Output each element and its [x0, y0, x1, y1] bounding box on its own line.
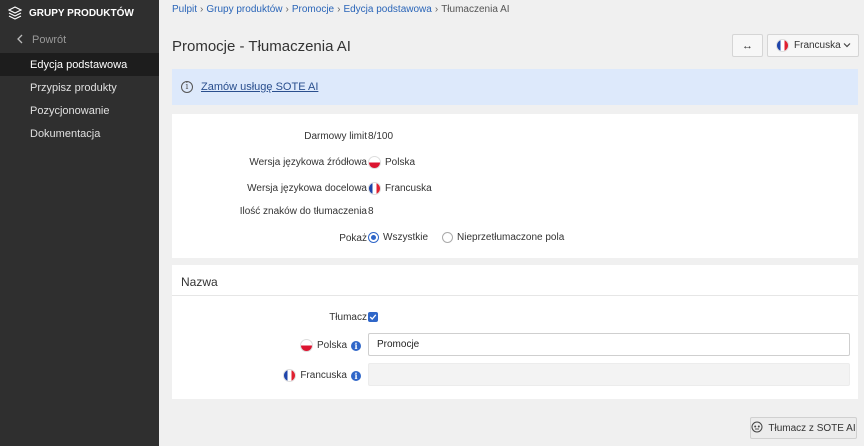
- swap-languages-button[interactable]: ↔: [732, 34, 763, 57]
- show-filter-label: Pokaż: [339, 233, 367, 244]
- breadcrumb-separator: ›: [285, 4, 289, 15]
- sidebar-item-dokumentacja[interactable]: Dokumentacja: [0, 122, 159, 145]
- radio-untranslated[interactable]: [442, 232, 453, 243]
- breadcrumb-separator: ›: [200, 4, 204, 15]
- sidebar-item-przypisz-produkty[interactable]: Przypisz produkty: [0, 76, 159, 99]
- target-language-value: Francuska: [368, 182, 432, 195]
- name-polish-input[interactable]: Promocje: [368, 333, 850, 356]
- chars-count-value: 8: [368, 206, 374, 217]
- language-select-value: Francuska: [794, 40, 841, 51]
- french-label-text: Francuska: [300, 370, 347, 381]
- language-select[interactable]: Francuska: [767, 34, 859, 57]
- divider: [172, 295, 858, 296]
- breadcrumb-separator: ›: [434, 4, 439, 15]
- section-title: Nazwa: [181, 275, 218, 289]
- breadcrumb-link-edycja-podstawowa[interactable]: Edycja podstawowa: [343, 4, 431, 15]
- chars-count-text: 8: [368, 206, 374, 217]
- ai-service-alert: i Zamów usługę SOTE AI: [172, 69, 858, 105]
- translate-with-ai-button[interactable]: Tłumacz z SOTE AI: [750, 417, 857, 439]
- chevron-left-icon: [16, 34, 24, 47]
- source-language-text: Polska: [385, 157, 416, 168]
- breadcrumb-link-grupy-produktow[interactable]: Grupy produktów: [206, 4, 282, 15]
- polish-field-label: Polska i: [299, 339, 361, 352]
- ai-robot-icon: [751, 421, 763, 436]
- polish-label-text: Polska: [316, 340, 347, 351]
- info-icon[interactable]: i: [351, 370, 361, 381]
- sidebar-header: GRUPY PRODUKTÓW: [0, 0, 159, 26]
- page-title: Promocje - Tłumaczenia AI: [172, 38, 351, 55]
- radio-untranslated-label[interactable]: Nieprzetłumaczone pola: [457, 232, 564, 243]
- sidebar-item-label: Dokumentacja: [30, 127, 101, 140]
- main-content: Pulpit › Grupy produktów › Promocje › Edycja p…: [159, 0, 864, 446]
- free-limit-text: 8/100: [368, 131, 394, 142]
- france-flag-icon: [368, 182, 381, 195]
- chevron-down-icon: [842, 40, 852, 50]
- sidebar-item-edycja-podstawowa[interactable]: Edycja podstawowa: [0, 53, 159, 76]
- breadcrumb: Pulpit › Grupy produktów › Promocje › Edycja p…: [172, 4, 510, 15]
- info-icon: i: [181, 81, 193, 93]
- radio-all[interactable]: [368, 232, 379, 243]
- breadcrumb-link-promocje[interactable]: Promocje: [292, 4, 334, 15]
- back-link[interactable]: Powrót: [0, 27, 159, 53]
- breadcrumb-link-pulpit[interactable]: Pulpit: [172, 4, 197, 15]
- poland-flag-icon: [299, 339, 313, 352]
- back-label: Powrót: [32, 34, 67, 46]
- layers-icon: [8, 6, 22, 20]
- france-flag-icon: [283, 369, 297, 382]
- free-limit-value: 8/100: [368, 131, 393, 142]
- sidebar-item-label: Edycja podstawowa: [30, 58, 128, 71]
- free-limit-label: Darmowy limit: [304, 131, 367, 142]
- sidebar-item-pozycjonowanie[interactable]: Pozycjonowanie: [0, 99, 159, 122]
- translate-checkbox[interactable]: [368, 312, 378, 322]
- name-polish-value: Promocje: [377, 339, 420, 350]
- poland-flag-icon: [368, 156, 381, 169]
- sidebar-title: GRUPY PRODUKTÓW: [29, 7, 134, 19]
- order-sote-ai-link[interactable]: Zamów usługę SOTE AI: [201, 81, 318, 93]
- target-language-text: Francuska: [385, 183, 432, 194]
- show-filter-options: Wszystkie Nieprzetłumaczone pola: [368, 232, 564, 243]
- translate-toggle-label: Tłumacz: [329, 312, 367, 323]
- breadcrumb-separator: ›: [337, 4, 341, 15]
- name-french-input[interactable]: [368, 363, 850, 386]
- french-field-label: Francuska i: [283, 369, 361, 382]
- chars-count-label: Ilość znaków do tłumaczenia: [239, 206, 367, 217]
- swap-arrows-icon: ↔: [742, 39, 753, 52]
- sidebar: GRUPY PRODUKTÓW Powrót Edycja podstawowa…: [0, 0, 159, 446]
- breadcrumb-current: Tłumaczenia AI: [441, 4, 510, 15]
- source-language-label: Wersja językowa źródłowa: [249, 157, 367, 168]
- target-language-label: Wersja językowa docelowa: [247, 183, 367, 194]
- radio-all-label[interactable]: Wszystkie: [383, 232, 428, 243]
- translate-toggle: [368, 312, 378, 322]
- source-language-value: Polska: [368, 156, 415, 169]
- sidebar-item-label: Przypisz produkty: [30, 81, 117, 94]
- name-field-panel: Nazwa Tłumacz Polska i Promocje Francusk…: [172, 265, 858, 399]
- info-icon[interactable]: i: [351, 340, 361, 351]
- translation-info-panel: Darmowy limit 8/100 Wersja językowa źród…: [172, 114, 858, 258]
- sidebar-item-label: Pozycjonowanie: [30, 104, 110, 117]
- translate-button-label: Tłumacz z SOTE AI: [768, 422, 856, 434]
- france-flag-icon: [776, 39, 789, 52]
